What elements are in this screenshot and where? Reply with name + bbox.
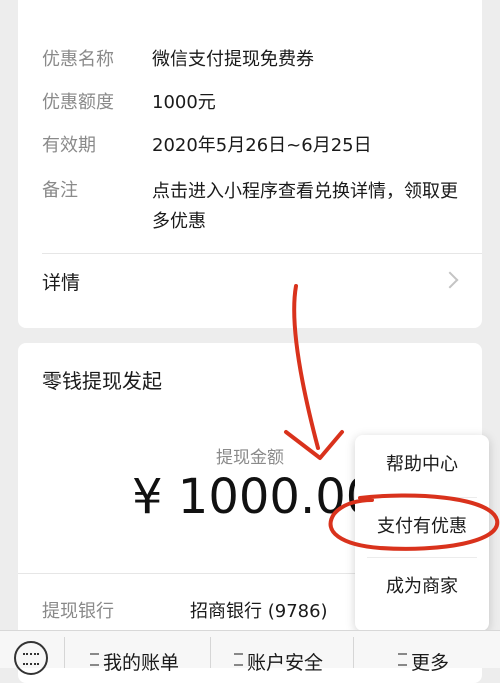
keyboard-icon[interactable]	[14, 641, 48, 675]
coupon-divider	[42, 253, 482, 254]
menu-item-become-merchant[interactable]: 成为商家	[355, 559, 489, 615]
hamburger-icon	[398, 653, 407, 666]
hamburger-icon	[234, 653, 243, 666]
coupon-validity-value: 2020年5月26日~6月25日	[152, 135, 372, 156]
bar-separator	[210, 637, 211, 668]
coupon-name-value: 微信支付提现免费券	[152, 49, 314, 70]
bottom-item-more-label: 更多	[411, 652, 450, 674]
details-label: 详情	[42, 272, 81, 294]
bank-label: 提现银行	[42, 601, 114, 622]
bottom-item-more[interactable]: 更多	[398, 648, 449, 675]
coupon-remark-label: 备注	[42, 180, 78, 201]
bottom-item-security-label: 账户安全	[247, 652, 324, 674]
details-link[interactable]: 详情	[18, 266, 482, 300]
popup-menu: 帮助中心 支付有优惠 成为商家	[355, 435, 489, 631]
menu-item-help-center[interactable]: 帮助中心	[355, 437, 489, 493]
menu-separator	[367, 497, 477, 498]
bar-separator	[353, 637, 354, 668]
coupon-remark-value: 点击进入小程序查看兑换详情，领取更多优惠	[152, 181, 458, 232]
menu-item-payment-offers[interactable]: 支付有优惠	[355, 499, 489, 555]
bar-separator	[64, 637, 65, 668]
bottom-item-bills[interactable]: 我的账单	[90, 648, 179, 675]
coupon-amount-label: 优惠额度	[42, 92, 114, 113]
bank-value: 招商银行 (9786)	[190, 601, 328, 622]
hamburger-icon	[90, 653, 99, 666]
amount-value: ¥ 1000.00	[132, 469, 377, 525]
withdraw-title: 零钱提现发起	[42, 369, 162, 393]
coupon-card: 优惠名称 微信支付提现免费券 优惠额度 1000元 有效期 2020年5月26日…	[18, 0, 482, 328]
coupon-amount-value: 1000元	[152, 92, 216, 113]
menu-separator	[367, 557, 477, 558]
chevron-right-icon	[441, 271, 459, 289]
coupon-validity-label: 有效期	[42, 135, 96, 156]
bottom-item-security[interactable]: 账户安全	[234, 648, 323, 675]
bottom-item-bills-label: 我的账单	[103, 652, 180, 674]
bottom-bar: 我的账单 账户安全 更多	[0, 630, 500, 675]
coupon-name-label: 优惠名称	[42, 49, 114, 70]
